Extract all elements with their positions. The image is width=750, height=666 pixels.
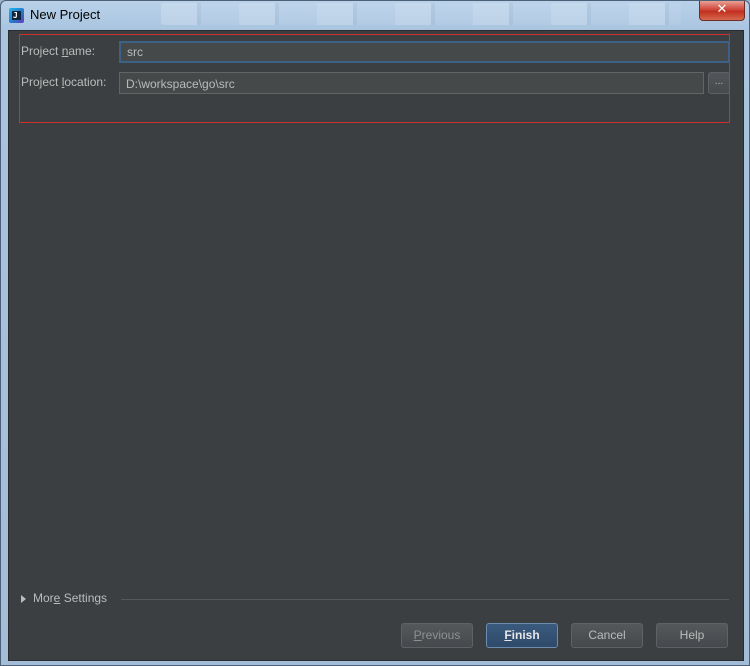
label-text: Project xyxy=(21,44,62,58)
cancel-button[interactable]: Cancel xyxy=(571,623,643,648)
intellij-app-icon: J xyxy=(9,8,24,23)
label-text: Settings xyxy=(60,591,108,605)
label-text: Mor xyxy=(33,591,54,605)
triangle-right-icon xyxy=(21,595,26,603)
finish-button[interactable]: Finish xyxy=(486,623,558,648)
help-button[interactable]: Help xyxy=(656,623,728,648)
close-icon: ✕ xyxy=(716,2,728,17)
title-bar[interactable]: J New Project ✕ xyxy=(1,1,749,30)
more-settings-separator xyxy=(121,599,729,600)
label-text: ocation: xyxy=(64,75,107,89)
background-taskbar-ghost xyxy=(161,3,681,25)
close-button[interactable]: ✕ xyxy=(699,1,745,21)
new-project-window: J New Project ✕ Project name: src Projec… xyxy=(0,0,750,666)
button-mnemonic: P xyxy=(413,628,422,642)
project-location-label: Project location: xyxy=(21,75,106,89)
label-text: ame: xyxy=(68,44,96,58)
project-name-label: Project name: xyxy=(21,44,95,58)
more-settings-label: More Settings xyxy=(33,591,107,605)
window-title: New Project xyxy=(30,7,101,22)
button-mnemonic: F xyxy=(504,628,512,642)
button-label: inish xyxy=(511,628,540,642)
dialog-content: Project name: src Project location: D:\w… xyxy=(8,30,744,661)
project-location-input[interactable]: D:\workspace\go\src xyxy=(119,72,704,94)
label-text: Project xyxy=(21,75,62,89)
previous-button[interactable]: Previous xyxy=(401,623,473,648)
button-label: revious xyxy=(421,628,461,642)
browse-button[interactable]: ... xyxy=(708,72,730,94)
project-name-input[interactable]: src xyxy=(119,41,730,63)
